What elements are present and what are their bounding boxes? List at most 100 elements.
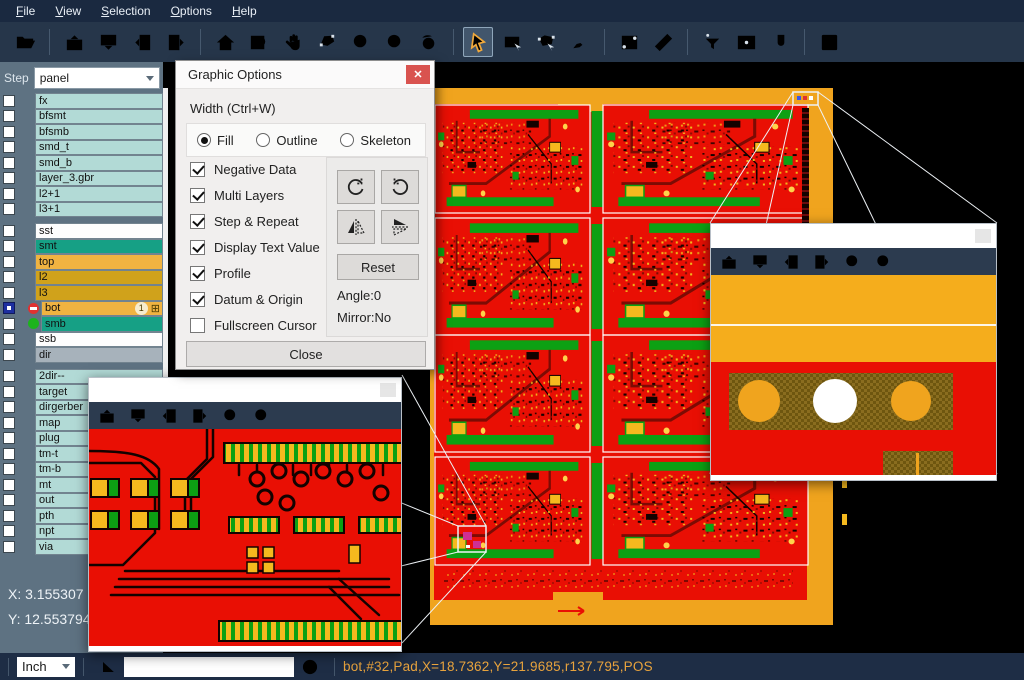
layer-visibility-checkbox[interactable] bbox=[0, 301, 28, 317]
layer-row[interactable]: l3 bbox=[0, 285, 163, 301]
layer-visibility-checkbox[interactable] bbox=[0, 316, 28, 332]
layer-row[interactable]: fx bbox=[0, 93, 163, 109]
layer-visibility-checkbox[interactable] bbox=[0, 332, 28, 348]
layer-row[interactable]: smd_t bbox=[0, 140, 163, 156]
layer-row[interactable]: l3+1 bbox=[0, 202, 163, 218]
window-menu-button[interactable] bbox=[380, 383, 396, 397]
window-menu-button[interactable] bbox=[975, 229, 991, 243]
zoom-in-icon[interactable] bbox=[346, 27, 376, 57]
layer-row[interactable]: bfsmt bbox=[0, 109, 163, 125]
clean-brush-icon[interactable] bbox=[565, 27, 595, 57]
checkbox-option[interactable]: Datum & Origin bbox=[190, 291, 320, 307]
canvas-scrollbar[interactable] bbox=[163, 88, 168, 386]
checkbox-option[interactable]: Multi Layers bbox=[190, 187, 320, 203]
move-up-icon[interactable] bbox=[97, 406, 117, 426]
menu-selection[interactable]: Selection bbox=[91, 1, 160, 21]
layer-visibility-checkbox[interactable] bbox=[0, 109, 28, 125]
rotate-cw-button[interactable] bbox=[337, 170, 375, 204]
checkbox-option[interactable]: Display Text Value bbox=[190, 239, 320, 255]
layer-visibility-checkbox[interactable] bbox=[0, 415, 28, 431]
layer-row[interactable]: dir bbox=[0, 347, 163, 363]
checkbox-option[interactable]: Fullscreen Cursor bbox=[190, 317, 320, 333]
move-left-icon[interactable] bbox=[781, 252, 801, 272]
view-options-icon[interactable] bbox=[731, 27, 761, 57]
layer-row[interactable]: l2+1 bbox=[0, 186, 163, 202]
layer-visibility-checkbox[interactable] bbox=[0, 140, 28, 156]
layer-row[interactable]: smd_b bbox=[0, 155, 163, 171]
checkbox-option[interactable]: Step & Repeat bbox=[190, 213, 320, 229]
home-view-icon[interactable] bbox=[210, 27, 240, 57]
layer-visibility-checkbox[interactable] bbox=[0, 462, 28, 478]
move-left-icon[interactable] bbox=[159, 406, 179, 426]
move-up-icon[interactable] bbox=[719, 252, 739, 272]
zoom-window-title-bar[interactable] bbox=[89, 378, 401, 402]
radio-option[interactable]: Outline bbox=[256, 133, 317, 148]
mirror-vertical-button[interactable] bbox=[381, 210, 419, 244]
move-down-icon[interactable] bbox=[93, 27, 123, 57]
layer-visibility-checkbox[interactable] bbox=[0, 384, 28, 400]
menu-view[interactable]: View bbox=[45, 1, 91, 21]
menu-options[interactable]: Options bbox=[161, 1, 222, 21]
move-down-icon[interactable] bbox=[750, 252, 770, 272]
zoom-out-icon[interactable] bbox=[874, 252, 894, 272]
sync-check-icon[interactable] bbox=[300, 657, 320, 677]
layer-row[interactable]: bot1⊞ bbox=[0, 301, 163, 317]
layer-visibility-checkbox[interactable] bbox=[0, 431, 28, 447]
layer-visibility-checkbox[interactable] bbox=[0, 270, 28, 286]
layer-visibility-checkbox[interactable] bbox=[0, 400, 28, 416]
layer-visibility-checkbox[interactable] bbox=[0, 539, 28, 555]
close-button[interactable]: Close bbox=[186, 341, 426, 367]
open-folder-icon[interactable] bbox=[10, 27, 40, 57]
layer-row[interactable]: sst bbox=[0, 223, 163, 239]
layer-row[interactable]: layer_3.gbr bbox=[0, 171, 163, 187]
select-polygon-icon[interactable] bbox=[531, 27, 561, 57]
layer-visibility-checkbox[interactable] bbox=[0, 477, 28, 493]
layer-row[interactable]: smb bbox=[0, 316, 163, 332]
zoom-window-title-bar[interactable] bbox=[711, 224, 996, 248]
command-input[interactable] bbox=[124, 657, 294, 677]
rotate-ccw-button[interactable] bbox=[381, 170, 419, 204]
snap-magnet-icon[interactable] bbox=[765, 27, 795, 57]
move-left-icon[interactable] bbox=[127, 27, 157, 57]
menu-file[interactable]: File bbox=[6, 1, 45, 21]
filter-icon[interactable] bbox=[697, 27, 727, 57]
reset-button[interactable]: Reset bbox=[337, 254, 419, 280]
corner-angle-icon[interactable] bbox=[98, 657, 118, 677]
move-down-icon[interactable] bbox=[128, 406, 148, 426]
move-right-icon[interactable] bbox=[161, 27, 191, 57]
layer-visibility-checkbox[interactable] bbox=[0, 155, 28, 171]
layer-visibility-checkbox[interactable] bbox=[0, 171, 28, 187]
layer-visibility-checkbox[interactable] bbox=[0, 446, 28, 462]
measure-distance-icon[interactable] bbox=[614, 27, 644, 57]
zoom-window-viewport[interactable] bbox=[89, 429, 401, 651]
select-rectangle-icon[interactable] bbox=[497, 27, 527, 57]
move-up-icon[interactable] bbox=[59, 27, 89, 57]
zoom-in-icon[interactable] bbox=[843, 252, 863, 272]
layer-visibility-checkbox[interactable] bbox=[0, 285, 28, 301]
mirror-horizontal-button[interactable] bbox=[337, 210, 375, 244]
step-select[interactable]: panel bbox=[34, 67, 160, 89]
radio-option[interactable]: Fill bbox=[197, 133, 234, 148]
zoom-out-icon[interactable] bbox=[380, 27, 410, 57]
dialog-title-bar[interactable]: Graphic Options ✕ bbox=[176, 61, 434, 89]
layer-visibility-checkbox[interactable] bbox=[0, 124, 28, 140]
layer-visibility-checkbox[interactable] bbox=[0, 223, 28, 239]
layer-visibility-checkbox[interactable] bbox=[0, 524, 28, 540]
layer-row[interactable]: l2 bbox=[0, 270, 163, 286]
layer-visibility-checkbox[interactable] bbox=[0, 508, 28, 524]
layer-row[interactable]: ssb bbox=[0, 332, 163, 348]
select-cursor-icon[interactable] bbox=[463, 27, 493, 57]
move-right-icon[interactable] bbox=[812, 252, 832, 272]
layer-visibility-checkbox[interactable] bbox=[0, 239, 28, 255]
layer-row[interactable]: smt bbox=[0, 239, 163, 255]
radio-option[interactable]: Skeleton bbox=[340, 133, 411, 148]
zoom-polygon-icon[interactable] bbox=[312, 27, 342, 57]
zoom-window-icon[interactable] bbox=[244, 27, 274, 57]
checkbox-option[interactable]: Profile bbox=[190, 265, 320, 281]
layer-visibility-checkbox[interactable] bbox=[0, 493, 28, 509]
layer-visibility-checkbox[interactable] bbox=[0, 347, 28, 363]
unit-select[interactable]: Inch bbox=[17, 657, 75, 677]
measure-ruler-icon[interactable] bbox=[648, 27, 678, 57]
close-icon[interactable]: ✕ bbox=[406, 65, 430, 84]
layer-visibility-checkbox[interactable] bbox=[0, 202, 28, 218]
